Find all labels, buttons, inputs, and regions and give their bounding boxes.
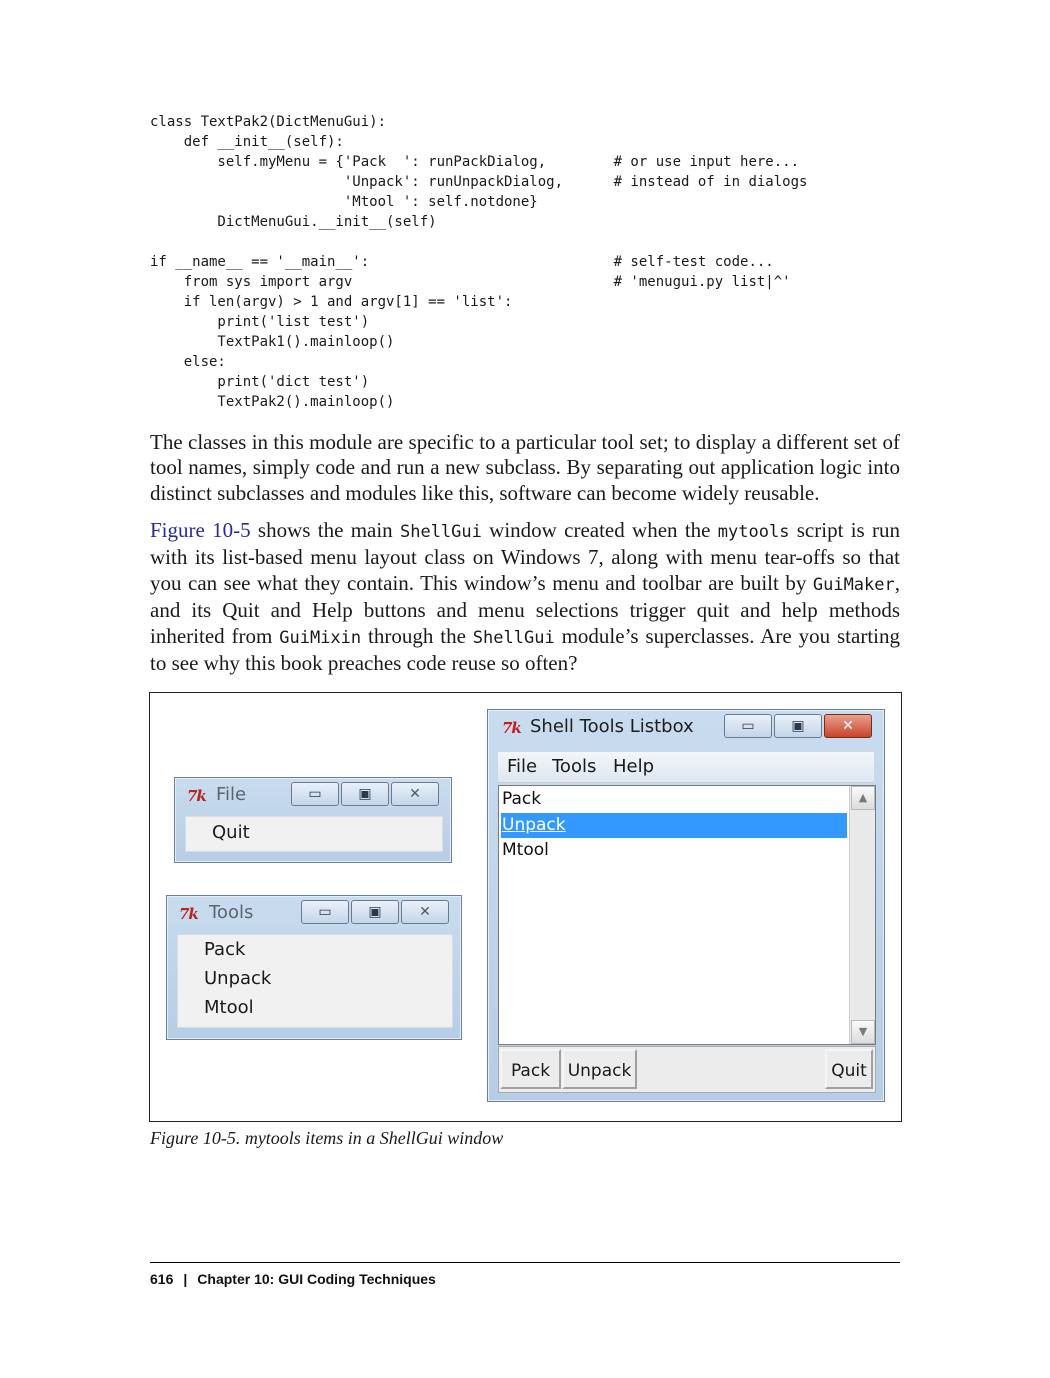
menu-tools[interactable]: Tools [552, 756, 596, 777]
maximize-button[interactable]: ▣ [774, 714, 822, 738]
menu-file[interactable]: File [507, 756, 537, 777]
body-paragraph-1: The classes in this module are specific … [150, 430, 900, 505]
body-paragraph-2: Figure 10-5 shows the main ShellGui wind… [150, 518, 901, 676]
figure-caption: Figure 10-5. mytools items in a ShellGui… [150, 1128, 504, 1148]
menu-item-pack[interactable]: Pack [204, 939, 245, 960]
close-button[interactable]: ✕ [824, 714, 872, 738]
menu-item-unpack[interactable]: Unpack [204, 968, 271, 989]
menu-help[interactable]: Help [613, 756, 654, 777]
quit-button[interactable]: Quit [825, 1049, 873, 1089]
scroll-down-arrow-icon[interactable]: ▼ [851, 1020, 875, 1044]
file-tearoff-window: 7k File ▭ ▣ ✕ Quit [174, 777, 452, 863]
file-tearoff-menu: Quit [185, 816, 443, 852]
chapter-title: Chapter 10: GUI Coding Techniques [197, 1271, 436, 1287]
code-listing: class TextPak2(DictMenuGui): def __init_… [150, 114, 808, 410]
window-title: Shell Tools Listbox [530, 716, 694, 737]
page-number: 616 [150, 1271, 174, 1287]
figure-link[interactable]: Figure 10-5 [150, 518, 251, 542]
maximize-button[interactable]: ▣ [351, 900, 399, 924]
page-footer: 616 | Chapter 10: GUI Coding Techniques [150, 1271, 436, 1287]
tools-tearoff-window: 7k Tools ▭ ▣ ✕ Pack Unpack Mtool [166, 895, 462, 1040]
maximize-button[interactable]: ▣ [341, 782, 389, 806]
footer-separator: | [183, 1271, 188, 1287]
title-bar[interactable]: 7k File ▭ ▣ ✕ [175, 778, 451, 814]
title-bar[interactable]: 7k Tools ▭ ▣ ✕ [167, 896, 461, 932]
tk-logo-icon: 7k [187, 787, 207, 805]
minimize-button[interactable]: ▭ [291, 782, 339, 806]
list-item-mtool[interactable]: Mtool [501, 838, 847, 863]
close-button[interactable]: ✕ [401, 900, 449, 924]
footer-rule [150, 1262, 900, 1263]
tools-tearoff-menu: Pack Unpack Mtool [177, 934, 453, 1028]
tools-tearoff-title: Tools [209, 902, 254, 923]
scroll-up-arrow-icon[interactable]: ▲ [851, 786, 875, 810]
list-item-unpack[interactable]: Unpack [501, 813, 847, 838]
tk-logo-icon: 7k [179, 905, 199, 923]
toolbar: Pack Unpack Quit [498, 1046, 876, 1093]
listbox-scrollbar[interactable]: ▲ ▼ [849, 786, 875, 1044]
minimize-button[interactable]: ▭ [724, 714, 772, 738]
menu-bar: File Tools Help [498, 752, 874, 783]
shell-tools-window: 7k Shell Tools Listbox ▭ ▣ ✕ File Tools … [487, 709, 885, 1102]
pack-button[interactable]: Pack [500, 1049, 561, 1089]
list-item-pack[interactable]: Pack [501, 787, 847, 812]
menu-item-mtool[interactable]: Mtool [204, 997, 254, 1018]
tools-listbox[interactable]: Pack Unpack Mtool ▲ ▼ [498, 785, 876, 1045]
tk-logo-icon: 7k [502, 719, 522, 737]
minimize-button[interactable]: ▭ [301, 900, 349, 924]
menu-item-quit[interactable]: Quit [212, 822, 250, 843]
file-tearoff-title: File [216, 784, 247, 805]
title-bar[interactable]: 7k Shell Tools Listbox ▭ ▣ ✕ [488, 710, 884, 746]
unpack-button[interactable]: Unpack [562, 1049, 637, 1089]
close-button[interactable]: ✕ [391, 782, 439, 806]
figure-10-5: 7k File ▭ ▣ ✕ Quit 7k Tools ▭ ▣ ✕ Pack U… [149, 692, 902, 1122]
